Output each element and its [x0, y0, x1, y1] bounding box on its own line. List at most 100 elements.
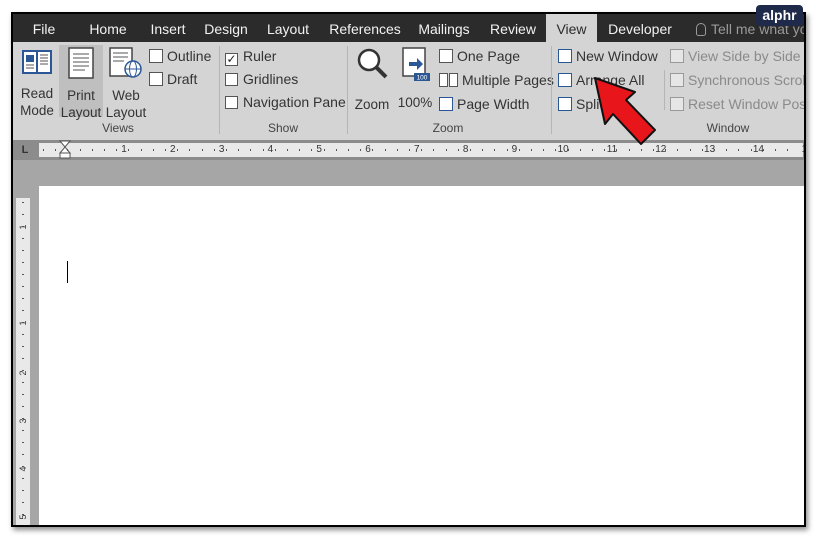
tab-mailings[interactable]: Mailings	[411, 14, 477, 42]
navigation-pane-checkbox[interactable]: Navigation Pane	[225, 92, 346, 112]
ruler-tick	[311, 149, 313, 151]
view-side-by-side-button[interactable]: View Side by Side	[670, 46, 801, 66]
zoom-100-button[interactable]: 100 100%	[395, 45, 435, 117]
draft-button[interactable]: Draft	[149, 69, 197, 89]
ruler-tick	[567, 149, 569, 151]
page-width-button[interactable]: Page Width	[439, 94, 529, 114]
brand-logo: alphr	[756, 5, 803, 26]
gridlines-checkbox[interactable]: Gridlines	[225, 69, 298, 89]
ruler-tick	[67, 149, 69, 151]
reset-window-position-label: Reset Window Positi	[688, 96, 806, 112]
vertical-ruler-tick	[22, 286, 24, 287]
ruler-tick	[189, 149, 191, 151]
ruler-tick	[226, 149, 227, 151]
vertical-ruler-tick	[22, 346, 24, 347]
arrange-all-icon	[558, 73, 572, 87]
group-separator	[551, 46, 552, 134]
ruler-tick	[140, 149, 142, 151]
indent-marker-icon[interactable]	[59, 140, 71, 160]
ruler-tick	[262, 149, 264, 151]
ruler-tick	[762, 149, 764, 151]
print-layout-button[interactable]: Print Layout	[59, 45, 103, 120]
ruler-tick	[299, 149, 301, 151]
ruler-tick	[116, 149, 118, 151]
vertical-ruler-tick	[22, 238, 24, 239]
group-separator	[219, 46, 220, 134]
ruler-tick	[165, 149, 166, 151]
tab-layout[interactable]: Layout	[263, 14, 313, 42]
ruler-tick	[531, 149, 532, 151]
ruler-tick	[433, 149, 435, 151]
ruler-strip[interactable]: 123456789101112131415	[39, 140, 804, 160]
vertical-ruler-tick	[22, 466, 24, 467]
split-icon	[558, 97, 572, 111]
vertical-ruler-tick	[22, 370, 24, 371]
web-layout-button[interactable]: Web Layout	[105, 45, 147, 120]
ruler-tick	[250, 149, 252, 151]
outline-button[interactable]: Outline	[149, 46, 211, 66]
vertical-ruler-tick	[22, 490, 24, 491]
draft-icon	[149, 72, 163, 86]
vertical-ruler-tick	[22, 430, 24, 431]
group-separator	[347, 46, 348, 134]
reset-window-position-button[interactable]: Reset Window Positi	[670, 94, 806, 114]
new-window-button[interactable]: New Window	[558, 46, 658, 66]
ruler-tick	[775, 149, 776, 151]
ruler-tick	[787, 149, 789, 151]
vertical-ruler-tick	[22, 250, 24, 251]
one-page-button[interactable]: One Page	[439, 46, 520, 66]
new-window-icon	[558, 49, 572, 63]
ruler-tick	[482, 149, 484, 151]
vertical-ruler-tick	[22, 310, 24, 311]
web-layout-label-2: Layout	[105, 105, 147, 120]
ruler-tick	[396, 149, 398, 151]
red-arrow-annotation	[594, 77, 656, 145]
zoom-button[interactable]: Zoom	[351, 45, 393, 117]
zoom-100-badge: 100	[417, 75, 428, 82]
outline-icon	[149, 49, 163, 63]
ruler-number: 15	[800, 143, 804, 157]
page-width-label: Page Width	[457, 96, 530, 112]
read-mode-button[interactable]: Read Mode	[17, 45, 57, 118]
multiple-pages-button[interactable]: Multiple Pages	[439, 70, 554, 90]
print-layout-label-1: Print	[67, 88, 95, 103]
vertical-ruler-tick	[22, 298, 24, 299]
ruler-tick	[506, 149, 508, 151]
tab-design[interactable]: Design	[199, 14, 253, 42]
document-page[interactable]	[39, 186, 804, 525]
web-layout-icon	[109, 47, 142, 78]
read-mode-label-2: Mode	[20, 103, 54, 118]
zoom-group-label: Zoom	[432, 121, 464, 135]
tab-file[interactable]: File	[13, 14, 75, 42]
vertical-ruler-number: 2	[18, 370, 28, 376]
tab-home[interactable]: Home	[81, 14, 135, 42]
vertical-ruler-tick	[22, 214, 24, 215]
vertical-ruler[interactable]: 1 1 2 3 4 5	[16, 198, 30, 525]
tab-view[interactable]: View	[546, 14, 597, 42]
read-mode-icon	[22, 50, 52, 74]
print-layout-icon	[68, 47, 94, 79]
ruler-tick	[470, 149, 471, 151]
tab-review[interactable]: Review	[485, 14, 541, 42]
ruler-tick	[579, 149, 581, 151]
ruler-tick	[384, 149, 386, 151]
ruler-tick	[128, 149, 130, 151]
ribbon: Read Mode Print Layout Web Layout Outlin…	[13, 42, 804, 141]
ruler-tick	[104, 149, 105, 151]
tab-developer[interactable]: Developer	[603, 14, 677, 42]
empty-checkbox-icon	[225, 96, 238, 109]
tab-insert[interactable]: Insert	[143, 14, 193, 42]
magnifier-icon	[357, 48, 388, 79]
ruler-tick	[43, 149, 44, 151]
vertical-ruler-tick	[22, 418, 24, 419]
tab-references[interactable]: References	[325, 14, 405, 42]
ribbon-tab-bar: File Home Insert Design Layout Reference…	[13, 14, 804, 42]
vertical-ruler-tick	[22, 478, 24, 479]
tab-selector[interactable]: L	[18, 143, 32, 157]
gridlines-label: Gridlines	[243, 71, 299, 87]
synchronous-scrolling-button[interactable]: Synchronous Scrollin	[670, 70, 804, 90]
zoom-label: Zoom	[354, 97, 390, 112]
ruler-tick	[201, 149, 203, 151]
word-window: File Home Insert Design Layout Reference…	[11, 12, 806, 527]
ruler-checkbox[interactable]: ✓ Ruler	[225, 46, 276, 66]
